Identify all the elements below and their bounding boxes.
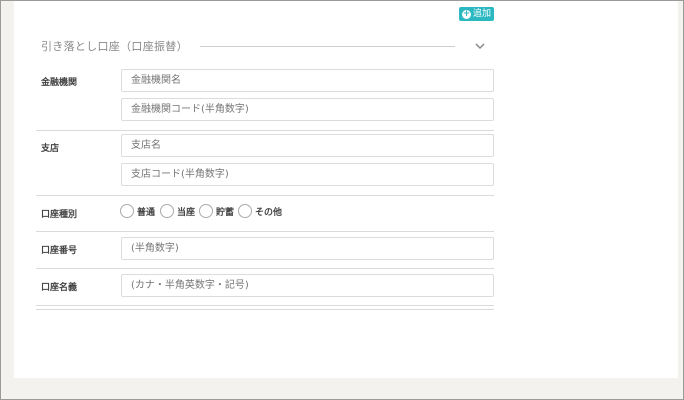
account-number-input[interactable] — [121, 237, 494, 260]
radio-button[interactable] — [199, 204, 213, 218]
row-divider — [36, 130, 494, 131]
row-divider — [36, 305, 494, 306]
account-type-label: 口座種別 — [41, 210, 78, 220]
account-type-option-futsu[interactable]: 普通 — [120, 204, 155, 218]
account-holder-input[interactable] — [121, 274, 494, 297]
form-bottom-divider — [36, 309, 494, 310]
account-holder-label: 口座名義 — [41, 283, 78, 293]
account-type-option-touza[interactable]: 当座 — [160, 204, 195, 218]
bank-name-input[interactable] — [121, 69, 494, 92]
section-title: 引き落とし口座（口座振替） — [41, 40, 188, 53]
radio-button[interactable] — [160, 204, 174, 218]
bank-code-input[interactable] — [121, 98, 494, 121]
radio-label: 貯蓄 — [216, 207, 235, 218]
branch-name-input[interactable] — [121, 134, 494, 157]
section-divider — [200, 46, 455, 47]
plus-circle-icon: + — [462, 8, 471, 19]
add-button[interactable]: + 追加 — [459, 7, 495, 21]
bank-label: 金融機関 — [41, 78, 78, 88]
row-divider — [36, 231, 494, 232]
radio-button[interactable] — [120, 204, 134, 218]
row-divider — [36, 268, 494, 269]
radio-button[interactable] — [238, 204, 252, 218]
radio-label: その他 — [255, 207, 283, 218]
radio-label: 当座 — [177, 207, 196, 218]
chevron-down-icon[interactable] — [474, 40, 486, 52]
row-divider — [36, 195, 494, 196]
account-type-option-other[interactable]: その他 — [238, 204, 282, 218]
form-panel — [14, 1, 678, 378]
branch-label: 支店 — [41, 144, 60, 154]
account-number-label: 口座番号 — [41, 246, 78, 256]
radio-label: 普通 — [137, 207, 156, 218]
account-type-option-chochiku[interactable]: 貯蓄 — [199, 204, 234, 218]
add-button-label: 追加 — [473, 9, 492, 19]
branch-code-input[interactable] — [121, 163, 494, 186]
